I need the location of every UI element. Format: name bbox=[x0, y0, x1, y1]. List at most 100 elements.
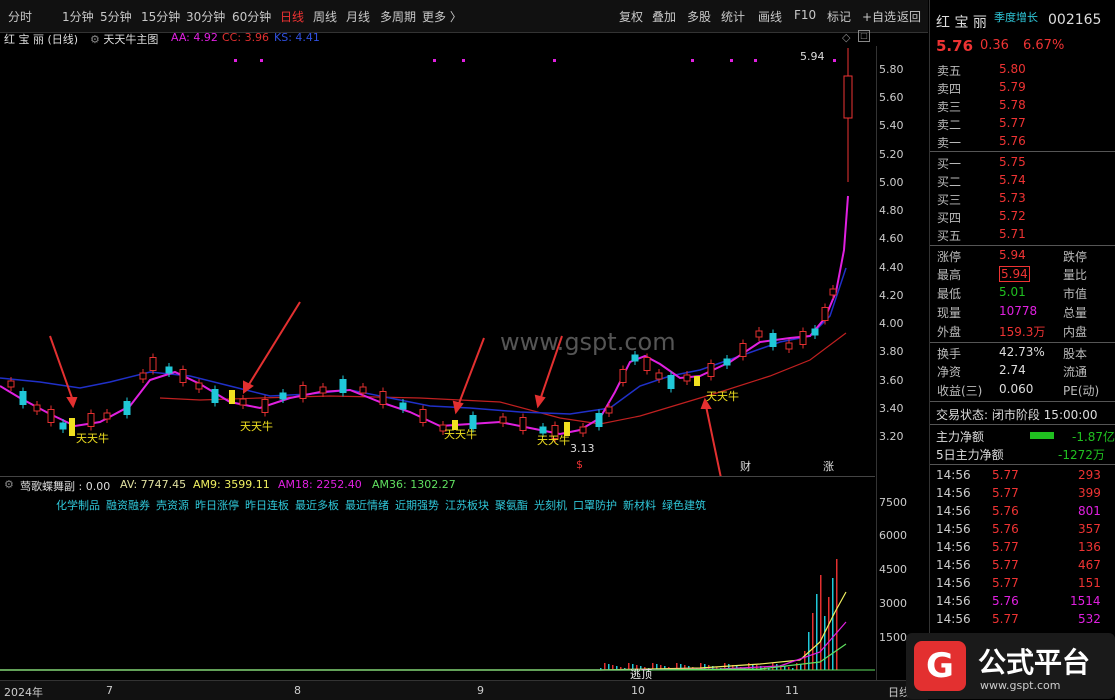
back-button[interactable]: 返回 bbox=[897, 8, 921, 25]
signal-label-3: 天天牛 bbox=[444, 427, 477, 441]
price-tick: 3.20 bbox=[879, 430, 904, 443]
tick-row: 14:56 5.77 151 bbox=[936, 576, 1101, 590]
volume-bar bbox=[812, 613, 814, 670]
main-net-label[interactable]: 主力净额 bbox=[936, 428, 984, 445]
growth-tag: 季度增长 bbox=[994, 11, 1038, 24]
stat-row: 外盘 159.3万 内盘 bbox=[937, 325, 1088, 339]
logo-text: 公式平台 bbox=[978, 646, 1091, 679]
candle bbox=[33, 404, 41, 412]
stat-row: 换手 42.73% 股本 bbox=[937, 345, 1088, 361]
volume-bar bbox=[604, 663, 606, 670]
bid-row: 买二 5.74 bbox=[937, 173, 1026, 189]
signal-dot bbox=[553, 59, 556, 62]
f10-button[interactable]: F10 bbox=[794, 8, 816, 22]
sub-tick: 3000 bbox=[879, 597, 907, 610]
date-axis: 2024年 7 8 9 10 11 日线 bbox=[0, 680, 928, 700]
tab-1min[interactable]: 1分钟 bbox=[62, 8, 94, 25]
tab-weekly[interactable]: 周线 bbox=[313, 8, 337, 25]
tab-daily[interactable]: 日线 bbox=[280, 8, 304, 25]
candle bbox=[755, 330, 763, 338]
bid-row: 买五 5.71 bbox=[937, 227, 1026, 243]
candle bbox=[399, 402, 407, 410]
mark-button[interactable]: 标记 bbox=[827, 8, 851, 25]
tick-row: 14:56 5.76 1514 bbox=[936, 594, 1101, 608]
indicator-title-bar: 红 宝 丽 (日线) ⚙ 天天牛主图 AA: 4.92 CC: 3.96 KS:… bbox=[0, 30, 875, 46]
candle bbox=[579, 426, 587, 434]
candle bbox=[165, 366, 173, 374]
maximize-icon[interactable]: □ bbox=[858, 30, 870, 42]
draw-button[interactable]: 画线 bbox=[758, 8, 782, 25]
candle bbox=[261, 399, 269, 413]
bid-row: 买四 5.72 bbox=[937, 209, 1026, 225]
candle bbox=[123, 401, 131, 415]
logo-url: www.gspt.com bbox=[980, 679, 1061, 692]
overlay-button[interactable]: 叠加 bbox=[652, 8, 676, 25]
candle bbox=[723, 358, 731, 366]
signal-candle bbox=[69, 418, 75, 436]
multi-stock-button[interactable]: 多股 bbox=[687, 8, 711, 25]
gear-icon[interactable]: ⚙ bbox=[90, 33, 100, 46]
signal-label-2: 天天牛 bbox=[240, 419, 273, 433]
candle bbox=[821, 307, 829, 321]
ask-row: 卖四 5.79 bbox=[937, 80, 1026, 96]
am18-line bbox=[0, 621, 847, 671]
volume-bar bbox=[804, 651, 806, 670]
high-label: 5.94 bbox=[800, 50, 825, 63]
volume-bar bbox=[832, 578, 834, 670]
candle bbox=[683, 374, 691, 382]
candle bbox=[667, 375, 675, 389]
price-axis: 5.80 5.60 5.40 5.20 5.00 4.80 4.60 4.40 … bbox=[876, 46, 929, 476]
tick-row: 14:56 5.76 801 bbox=[936, 504, 1101, 518]
tab-fenshi[interactable]: 分时 bbox=[8, 8, 32, 25]
signal-dot bbox=[754, 59, 757, 62]
am9-value: AM9: 3599.11 bbox=[193, 478, 270, 491]
tab-monthly[interactable]: 月线 bbox=[346, 8, 370, 25]
add-watchlist-button[interactable]: +自选 bbox=[862, 8, 896, 25]
price-tick: 5.00 bbox=[879, 176, 904, 189]
date-label: 7 bbox=[106, 684, 113, 697]
tab-more[interactable]: 更多 〉 bbox=[422, 8, 462, 25]
period-toolbar: 分时 1分钟 5分钟 15分钟 30分钟 60分钟 日线 周线 月线 多周期 更… bbox=[0, 0, 928, 33]
candle bbox=[811, 328, 819, 336]
tab-60min[interactable]: 60分钟 bbox=[232, 8, 271, 25]
stats-button[interactable]: 统计 bbox=[721, 8, 745, 25]
am18-value: AM18: 2252.40 bbox=[278, 478, 362, 491]
logo-icon: G bbox=[914, 641, 966, 691]
candle bbox=[605, 406, 613, 414]
last-candle-body bbox=[843, 75, 853, 119]
indicator-name[interactable]: ⚙ 天天牛主图 bbox=[90, 31, 158, 47]
candle bbox=[655, 372, 663, 380]
sub-tick: 4500 bbox=[879, 563, 907, 576]
date-label: 8 bbox=[294, 684, 301, 697]
signal-label-4: 天天牛 bbox=[537, 433, 570, 447]
volume-bar bbox=[608, 664, 610, 670]
ask-row: 卖二 5.77 bbox=[937, 116, 1026, 132]
candle bbox=[279, 392, 287, 400]
bid-row: 买一 5.75 bbox=[937, 155, 1026, 171]
am36-line bbox=[0, 643, 847, 671]
stat-row: 涨停 5.94 跌停 bbox=[937, 248, 1088, 264]
quote-panel: 红 宝 丽 季度增长 002165 5.76 0.36 6.67% 卖五 5.80… bbox=[929, 0, 1115, 699]
candle bbox=[519, 417, 527, 431]
sub-indicator-chart[interactable]: 逃顶 bbox=[0, 492, 875, 680]
stock-code: 002165 bbox=[1048, 12, 1102, 28]
candle bbox=[619, 369, 627, 383]
fuquan-button[interactable]: 复权 bbox=[619, 8, 643, 25]
price-tick: 5.80 bbox=[879, 63, 904, 76]
tab-multi-period[interactable]: 多周期 bbox=[380, 8, 416, 25]
price-tick: 4.60 bbox=[879, 232, 904, 245]
price-tick: 5.60 bbox=[879, 91, 904, 104]
cai-badge: 财 bbox=[740, 459, 751, 473]
tab-30min[interactable]: 30分钟 bbox=[186, 8, 225, 25]
candle bbox=[499, 416, 507, 424]
gear-icon[interactable]: ⚙ bbox=[4, 478, 14, 491]
candle bbox=[379, 391, 387, 405]
tab-15min[interactable]: 15分钟 bbox=[141, 8, 180, 25]
price-tick: 5.20 bbox=[879, 148, 904, 161]
stat-row: 收益(三) 0.060 PE(动) bbox=[937, 382, 1100, 398]
tab-5min[interactable]: 5分钟 bbox=[100, 8, 132, 25]
tick-row: 14:56 5.77 136 bbox=[936, 540, 1101, 554]
kline-chart[interactable]: 天天牛 天天牛 天天牛 天天牛 天天牛 5.94 3.13 $ 财 涨 bbox=[0, 46, 875, 476]
candle bbox=[195, 382, 203, 390]
diamond-icon[interactable]: ◇ bbox=[842, 31, 850, 44]
